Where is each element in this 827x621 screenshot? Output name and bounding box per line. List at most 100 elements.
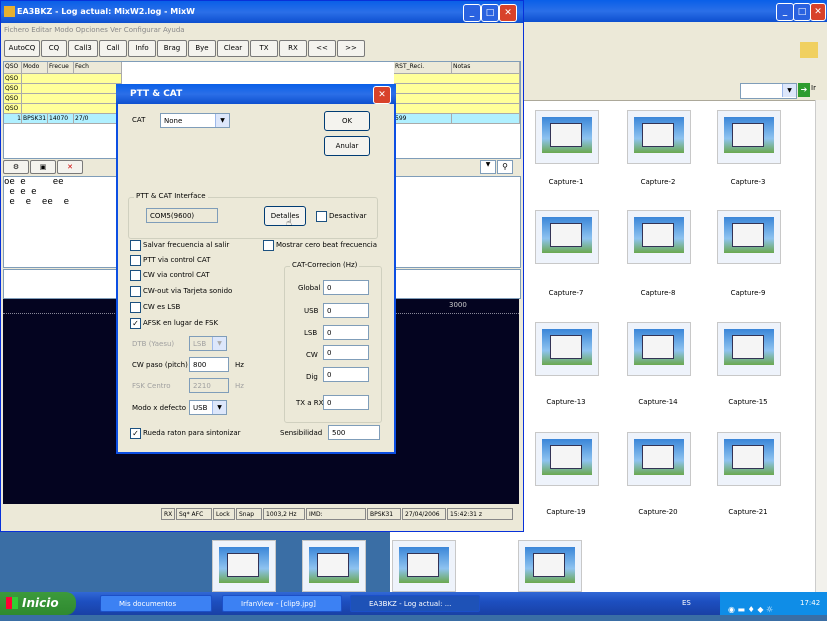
- close-icon[interactable]: ✕: [810, 3, 826, 21]
- afsk-checkbox[interactable]: ✓: [130, 318, 141, 329]
- grid-cell[interactable]: [394, 74, 520, 84]
- status-rx[interactable]: RX: [161, 508, 175, 520]
- thumbnail[interactable]: [535, 432, 599, 486]
- call-button[interactable]: Call: [99, 40, 127, 57]
- grid-cell[interactable]: 27/0: [74, 114, 122, 124]
- close-icon[interactable]: ✕: [373, 86, 391, 104]
- maximize-icon[interactable]: □: [481, 4, 499, 22]
- minimize-icon[interactable]: _: [776, 3, 794, 21]
- thumbnail[interactable]: [627, 110, 691, 164]
- prev-button[interactable]: <<: [308, 40, 336, 57]
- grid-cell[interactable]: [22, 74, 122, 84]
- cw-sound-checkbox[interactable]: [130, 286, 141, 297]
- grid-cell[interactable]: [394, 84, 520, 94]
- minimize-icon[interactable]: _: [463, 4, 481, 22]
- thumbnail[interactable]: [518, 540, 582, 592]
- thumbnail[interactable]: [535, 210, 599, 264]
- explorer-scrollbar[interactable]: [815, 100, 827, 592]
- grid-cell[interactable]: QSO: [4, 104, 22, 114]
- taskbar-item[interactable]: EA3BKZ - Log actual: ...: [350, 595, 480, 612]
- thumbnail[interactable]: [627, 322, 691, 376]
- close-icon[interactable]: ✕: [499, 4, 517, 22]
- info-button[interactable]: Info: [128, 40, 156, 57]
- save-icon[interactable]: ▣: [30, 160, 56, 174]
- delete-icon[interactable]: ✕: [57, 160, 83, 174]
- go-arrow-icon[interactable]: ➔: [798, 83, 810, 97]
- thumbnail[interactable]: [535, 110, 599, 164]
- default-mode-select[interactable]: USB ▼: [189, 400, 227, 415]
- grid-header[interactable]: QSO: [4, 62, 22, 74]
- thumbnail[interactable]: [717, 322, 781, 376]
- grid-cell[interactable]: [394, 94, 520, 104]
- go-label[interactable]: Ir: [811, 84, 816, 92]
- thumbnail[interactable]: [627, 432, 691, 486]
- corr-input[interactable]: 0: [323, 280, 369, 295]
- next-button[interactable]: >>: [337, 40, 365, 57]
- thumbnail[interactable]: [535, 322, 599, 376]
- cw-cat-checkbox[interactable]: [130, 270, 141, 281]
- thumbnail[interactable]: [717, 432, 781, 486]
- grid-cell[interactable]: [394, 104, 520, 114]
- corr-input[interactable]: 0: [323, 367, 369, 382]
- thumbnail[interactable]: [627, 210, 691, 264]
- status-lock[interactable]: Lock: [213, 508, 235, 520]
- bye-button[interactable]: Bye: [188, 40, 216, 57]
- grid-cell[interactable]: QSO: [4, 74, 22, 84]
- call3-button[interactable]: Call3: [68, 40, 98, 57]
- ptt-cat-checkbox[interactable]: [130, 255, 141, 266]
- grid-header[interactable]: Fech: [74, 62, 122, 74]
- rx-button[interactable]: RX: [279, 40, 307, 57]
- details-button[interactable]: Detalles: [264, 206, 306, 226]
- chevron-down-icon[interactable]: ▼: [215, 114, 229, 127]
- cancel-button[interactable]: Anular: [324, 136, 370, 156]
- grid-cell[interactable]: QSO: [4, 84, 22, 94]
- sensitivity-input[interactable]: 500: [328, 425, 380, 440]
- grid-cell[interactable]: 14070: [48, 114, 74, 124]
- menu-bar[interactable]: Fichero Editar Modo Opciones Ver Configu…: [1, 23, 523, 37]
- taskbar-item[interactable]: Mis documentos: [100, 595, 212, 612]
- tool-button[interactable]: ⚙: [3, 160, 29, 174]
- cq-button[interactable]: CQ: [41, 40, 67, 57]
- chevron-down-icon[interactable]: ▼: [480, 160, 496, 174]
- grid-header[interactable]: Modo: [22, 62, 48, 74]
- status-sq-afc[interactable]: Sq* AFC: [176, 508, 212, 520]
- grid-cell[interactable]: 599: [394, 114, 452, 124]
- ok-button[interactable]: OK: [324, 111, 370, 131]
- grid-cell[interactable]: [22, 94, 122, 104]
- thumbnail[interactable]: [302, 540, 366, 592]
- maximize-icon[interactable]: □: [793, 3, 811, 21]
- show-zero-beat-checkbox[interactable]: [263, 240, 274, 251]
- grid-cell[interactable]: 1: [4, 114, 22, 124]
- grid-cell[interactable]: [452, 114, 520, 124]
- clear-button[interactable]: Clear: [217, 40, 249, 57]
- tray-icons[interactable]: ◉ ▬ ♦ ◆ ☼: [728, 598, 788, 614]
- corr-input[interactable]: 0: [323, 303, 369, 318]
- start-button[interactable]: Inicio: [0, 592, 76, 615]
- taskbar-item[interactable]: IrfanView - [clip9.jpg]: [222, 595, 342, 612]
- chevron-down-icon[interactable]: ▼: [212, 401, 226, 414]
- status-mode[interactable]: BPSK31: [367, 508, 401, 520]
- thumbnail[interactable]: [717, 110, 781, 164]
- cat-select[interactable]: None ▼: [160, 113, 230, 128]
- tx-rx-input[interactable]: 0: [323, 395, 369, 410]
- grid-header[interactable]: Frecue: [48, 62, 74, 74]
- save-freq-checkbox[interactable]: [130, 240, 141, 251]
- cw-lsb-checkbox[interactable]: [130, 302, 141, 313]
- corr-input[interactable]: 0: [323, 345, 369, 360]
- corr-input[interactable]: 0: [323, 325, 369, 340]
- language-indicator[interactable]: ES: [682, 599, 691, 607]
- grid-cell[interactable]: [22, 84, 122, 94]
- grid-cell[interactable]: [22, 104, 122, 114]
- thumbnail[interactable]: [717, 210, 781, 264]
- search-icon[interactable]: ⚲: [497, 160, 513, 174]
- status-snap[interactable]: Snap: [236, 508, 262, 520]
- cw-pitch-input[interactable]: 800: [189, 357, 229, 372]
- deactivate-checkbox[interactable]: [316, 211, 327, 222]
- address-input[interactable]: ▼: [740, 83, 797, 99]
- grid-header[interactable]: RST_Reci.: [394, 62, 452, 74]
- chevron-down-icon[interactable]: ▼: [782, 84, 796, 97]
- mouse-wheel-checkbox[interactable]: ✓: [130, 428, 141, 439]
- autocq-button[interactable]: AutoCQ: [4, 40, 40, 57]
- grid-cell[interactable]: QSO: [4, 94, 22, 104]
- thumbnail[interactable]: [392, 540, 456, 592]
